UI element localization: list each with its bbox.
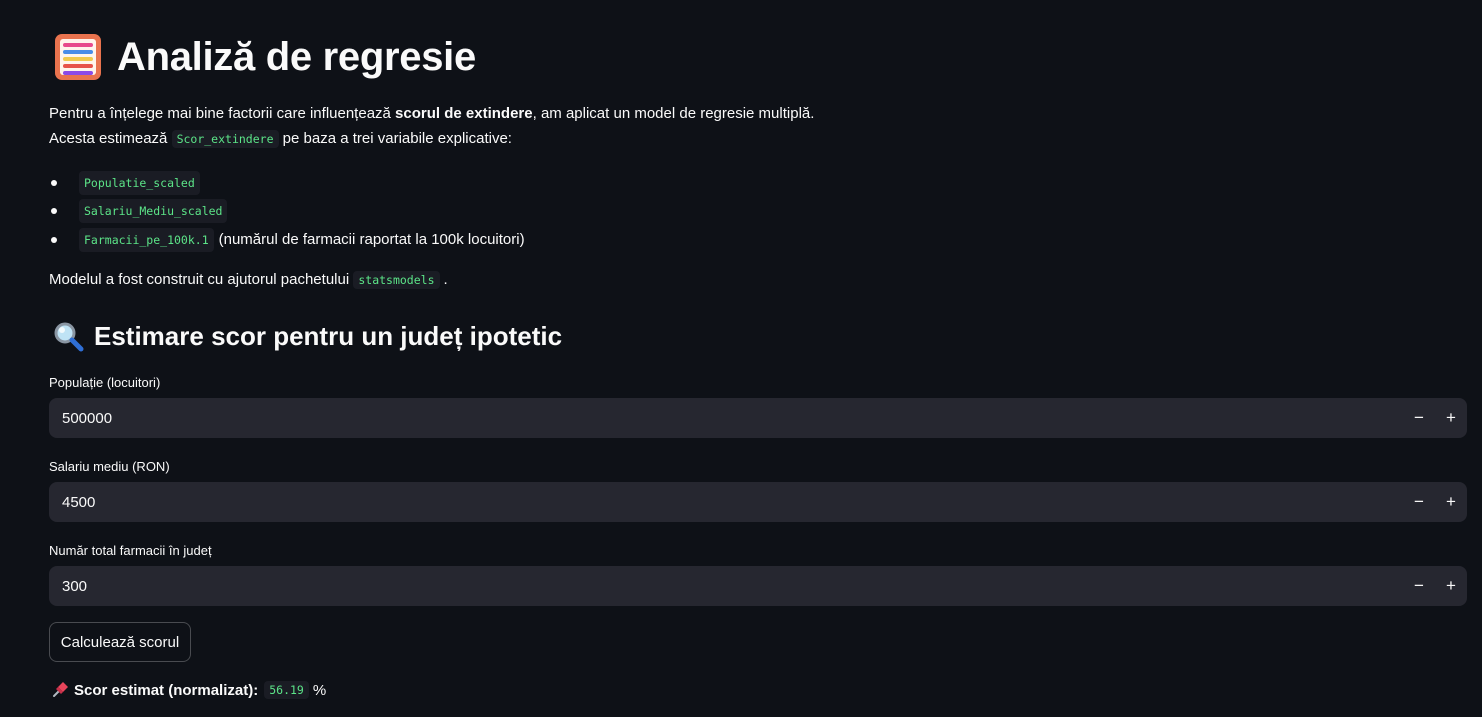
- page-title: Analiză de regresie: [55, 34, 476, 80]
- section-title: Estimare scor pentru un județ ipotetic: [94, 320, 563, 351]
- result-label: Scor estimat (normalizat):: [74, 681, 259, 699]
- population-decrement-button[interactable]: −: [1403, 398, 1435, 438]
- intro-text: Pentru a înțelege mai bine factorii care…: [49, 105, 396, 122]
- inline-code: Farmacii_pe_100k.1: [79, 228, 214, 252]
- inline-code: Scor_extindere: [171, 130, 279, 148]
- calculate-button[interactable]: Calculează scorul: [49, 622, 191, 662]
- page-title-text: Analiză de regresie: [117, 34, 476, 79]
- result-value: 56.19: [264, 681, 309, 699]
- list-item-note: (numărul de farmacii raportat la 100k lo…: [218, 231, 525, 248]
- population-increment-button[interactable]: +: [1435, 398, 1467, 438]
- intro-text: pe baza a trei variabile explicative:: [278, 130, 512, 147]
- pharmacies-decrement-button[interactable]: −: [1403, 566, 1435, 606]
- pharmacies-input[interactable]: [49, 566, 1403, 606]
- pharmacies-input-wrapper: − +: [49, 566, 1467, 606]
- inline-code: statsmodels: [353, 271, 440, 289]
- population-input[interactable]: [49, 398, 1403, 438]
- input-label-salary: Salariu mediu (RON): [49, 459, 170, 474]
- list-item: Salariu_Mediu_scaled: [49, 199, 228, 223]
- input-label-pharmacies: Număr total farmacii în județ: [49, 543, 212, 558]
- intro-line-1: Pentru a înțelege mai bine factorii care…: [49, 104, 814, 124]
- result-unit: %: [312, 681, 327, 699]
- pharmacies-increment-button[interactable]: +: [1435, 566, 1467, 606]
- list-item: Populatie_scaled: [49, 171, 200, 195]
- salary-decrement-button[interactable]: −: [1403, 482, 1435, 522]
- salary-input-wrapper: − +: [49, 482, 1467, 522]
- intro-text: , am aplicat un model de regresie multip…: [532, 105, 815, 122]
- salary-increment-button[interactable]: +: [1435, 482, 1467, 522]
- intro-text: Acesta estimează: [49, 130, 172, 147]
- result-line: Scor estimat (normalizat): 56.19 %: [50, 680, 326, 700]
- abacus-icon: [55, 34, 101, 80]
- section-heading: Estimare scor pentru un județ ipotetic: [52, 320, 562, 352]
- intro-bold-text: scorul de extindere: [395, 105, 533, 122]
- bullet-icon: [51, 208, 57, 214]
- list-item: Farmacii_pe_100k.1 (numărul de farmacii …: [49, 228, 525, 252]
- intro-line-2: Acesta estimează Scor_extindere pe baza …: [49, 129, 512, 149]
- model-note-text: Modelul a fost construit cu ajutorul pac…: [49, 271, 354, 288]
- input-label-population: Populație (locuitori): [49, 375, 161, 390]
- model-note: Modelul a fost construit cu ajutorul pac…: [49, 270, 448, 290]
- bullet-icon: [51, 180, 57, 186]
- population-input-wrapper: − +: [49, 398, 1467, 438]
- salary-input[interactable]: [49, 482, 1403, 522]
- inline-code: Salariu_Mediu_scaled: [79, 199, 228, 223]
- model-note-text: .: [443, 271, 448, 288]
- pushpin-icon: [53, 682, 68, 697]
- bullet-icon: [51, 237, 57, 243]
- main-content: Analiză de regresie Pentru a înțelege ma…: [0, 0, 1482, 717]
- inline-code: Populatie_scaled: [79, 171, 200, 195]
- magnifier-icon: [54, 322, 84, 352]
